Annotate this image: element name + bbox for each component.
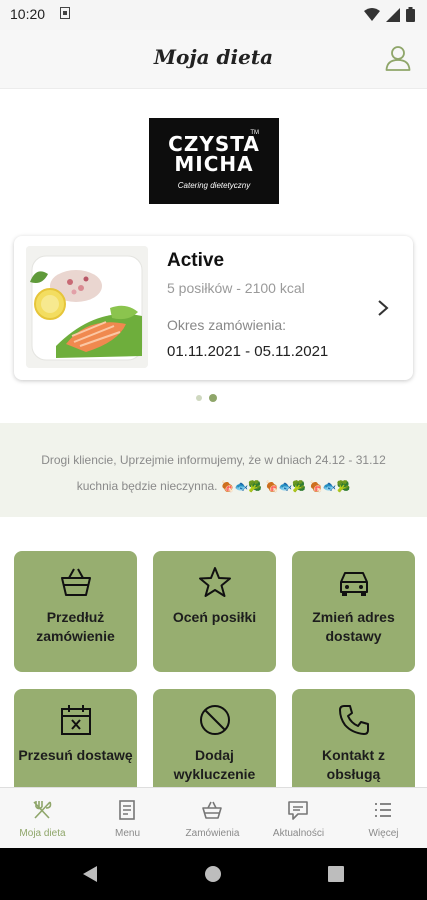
tile-extend-order[interactable]: Przedłuż zamówienie [14, 551, 137, 672]
logo-trademark: TM [250, 130, 259, 136]
card-pager [196, 394, 217, 402]
signal-icon [386, 7, 400, 22]
recents-icon[interactable] [328, 866, 344, 882]
logo-text-line2: MICHA [174, 152, 254, 176]
notice-banner: Drogi kliencie, Uprzejmie informujemy, ż… [0, 423, 427, 517]
nav-item-more[interactable]: Więcej [341, 788, 426, 849]
user-icon[interactable] [385, 44, 411, 72]
car-icon [340, 572, 368, 596]
cutlery-icon [33, 801, 52, 819]
meal-photo [26, 246, 148, 368]
logo-text-line1: CZYSTA [168, 132, 260, 156]
tile-label: Zmień adres dostawy [312, 609, 395, 644]
menu-doc-icon [119, 800, 135, 820]
calendar-x-icon [61, 705, 91, 735]
status-bar: 10:20 [0, 0, 427, 30]
block-icon [200, 705, 230, 735]
battery-icon [406, 7, 415, 22]
wifi-icon [364, 7, 380, 21]
brand-logo: CZYSTA TM MICHA Catering dietetyczny [149, 118, 279, 204]
notice-emoji: 🍖🐟🥦 🍖🐟🥦 🍖🐟🥦 [220, 481, 351, 493]
tile-change-address[interactable]: Zmień adres dostawy [292, 551, 415, 672]
order-period: 01.11.2021 - 05.11.2021 [167, 343, 329, 360]
page-title: Moja dieta [153, 45, 274, 69]
nav-label: Menu [114, 828, 140, 839]
nav-item-news[interactable]: Aktualności [256, 788, 341, 849]
active-order-card[interactable]: Active 5 posiłków - 2100 kcal Okres zamó… [14, 236, 413, 380]
order-period-label: Okres zamówienia: [167, 317, 287, 333]
sim-card-icon [60, 7, 70, 19]
system-nav-bar [0, 848, 427, 900]
nav-label: Zamówienia [185, 828, 240, 839]
logo-tagline: Catering dietetyczny [177, 181, 251, 190]
tile-rate-meals[interactable]: Oceń posiłki [153, 551, 276, 672]
bottom-nav: Moja dieta Menu Zamówienia Aktualności W… [0, 787, 427, 849]
notice-text-block: Drogi kliencie, Uprzejmie informujemy, ż… [22, 447, 405, 500]
home-icon[interactable] [204, 865, 222, 883]
nav-label: Aktualności [272, 828, 325, 839]
tile-label: Kontakt z obsługą [322, 747, 385, 782]
tile-label: Przedłuż zamówienie [36, 609, 115, 644]
order-meals-info: 5 posiłków - 2100 kcal [167, 280, 305, 296]
order-status: Active [167, 250, 225, 271]
list-icon [375, 803, 391, 817]
nav-label: Więcej [368, 828, 399, 839]
app-header: Moja dieta [0, 30, 427, 89]
nav-label: Moja dieta [19, 828, 66, 839]
status-time: 10:20 [10, 6, 46, 22]
nav-item-my-diet[interactable]: Moja dieta [0, 788, 85, 849]
basket-icon [61, 568, 91, 596]
chevron-right-icon[interactable] [377, 299, 389, 317]
pager-dot-active[interactable] [209, 394, 217, 402]
pager-dot[interactable] [196, 395, 202, 401]
tile-label: Oceń posiłki [172, 609, 257, 625]
nav-item-orders[interactable]: Zamówienia [170, 788, 255, 849]
tile-label: Przesuń dostawę [18, 747, 133, 763]
basket-icon [202, 801, 222, 819]
phone-icon [339, 705, 369, 735]
nav-item-menu[interactable]: Menu [85, 788, 170, 849]
back-icon[interactable] [82, 865, 98, 883]
star-icon [199, 567, 231, 597]
chat-icon [288, 801, 308, 820]
tile-label: Dodaj wykluczenie [173, 747, 256, 782]
